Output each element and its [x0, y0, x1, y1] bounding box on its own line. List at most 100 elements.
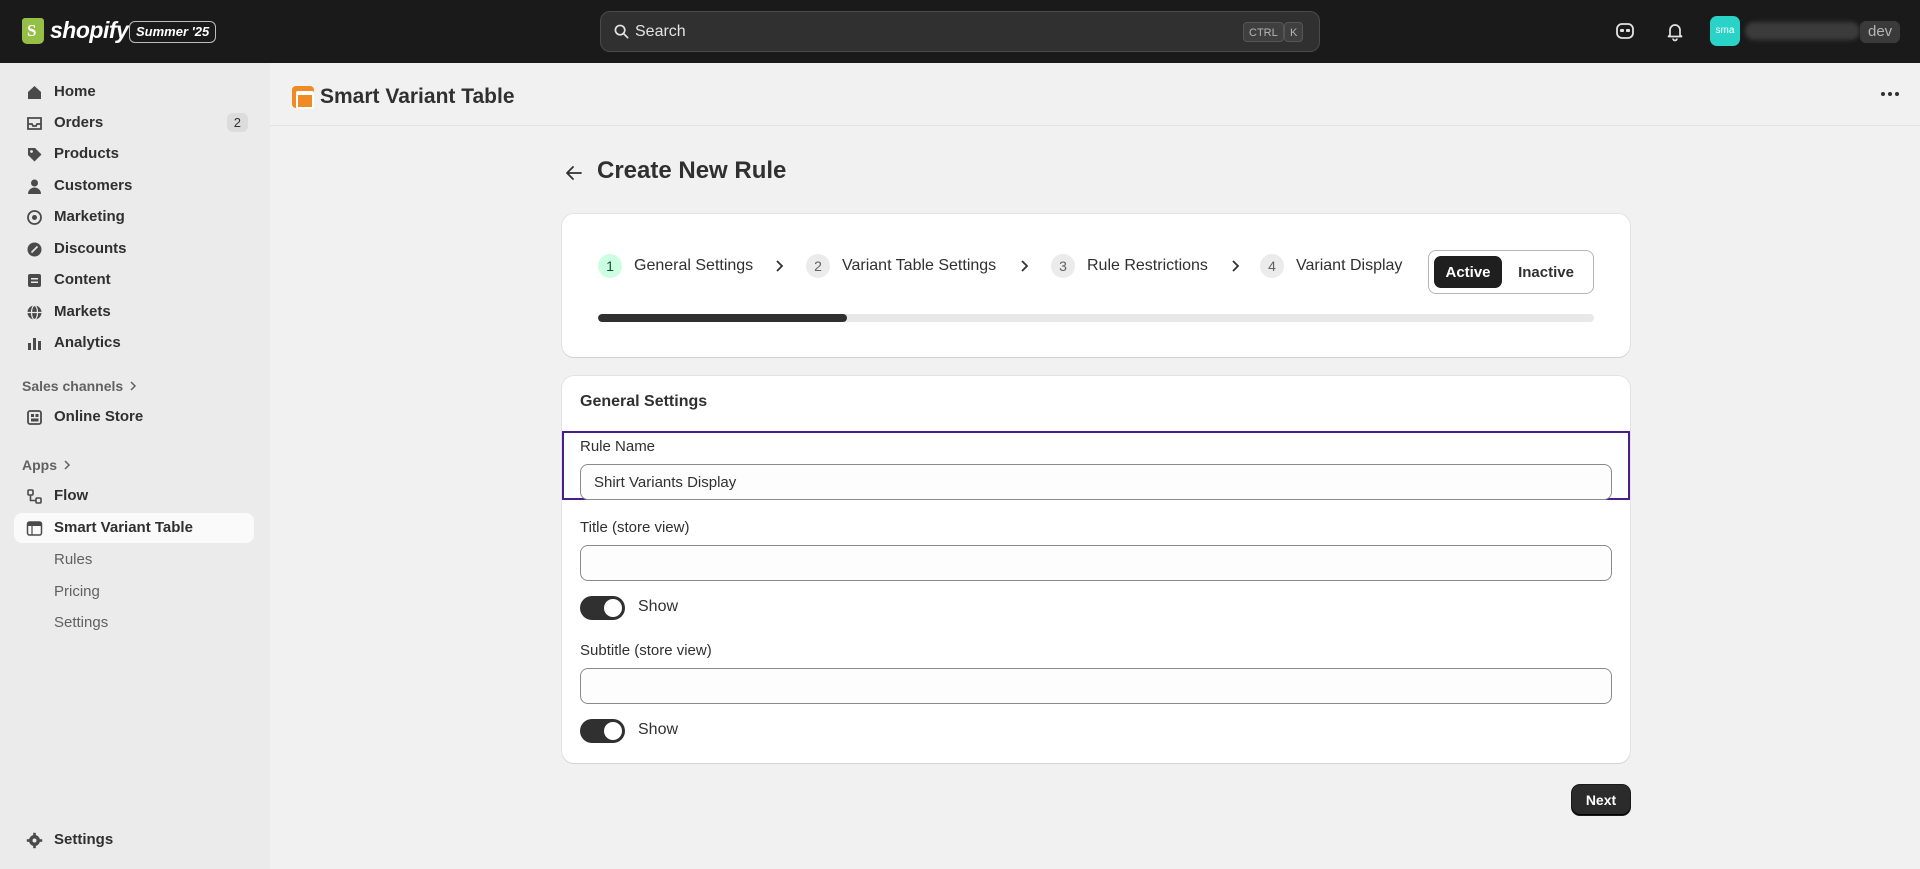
store-name-blurred[interactable] — [1745, 22, 1860, 40]
status-inactive-button[interactable]: Inactive — [1506, 256, 1586, 288]
main-content: Smart Variant Table Create New Rule 1 Ge… — [270, 63, 1920, 869]
sidebar-item-label: Flow — [54, 487, 89, 504]
sidebar-item-marketing[interactable]: Marketing — [14, 202, 254, 232]
step-progress-fill — [598, 314, 847, 322]
more-actions-icon[interactable] — [1876, 83, 1904, 105]
store-badge[interactable]: dev — [1860, 21, 1901, 43]
rule-name-label: Rule Name — [580, 438, 656, 455]
sidebar-item-label: Home — [54, 83, 96, 100]
sidebar-item-label: Markets — [54, 303, 111, 320]
step-variant-table-settings[interactable]: 2 Variant Table Settings — [806, 254, 996, 278]
home-icon — [28, 86, 41, 99]
sidebar-subitem-settings[interactable]: Settings — [54, 614, 108, 631]
search-input[interactable] — [635, 12, 1235, 51]
sidebar-item-products[interactable]: Products — [14, 139, 254, 169]
sidebar-item-orders[interactable]: Orders 2 — [14, 108, 254, 138]
sidebar-item-flow[interactable]: Flow — [14, 481, 254, 511]
shopify-logo[interactable]: shopify — [22, 17, 129, 44]
person-icon — [28, 179, 41, 194]
shortcut-k-key: K — [1284, 22, 1304, 42]
steps-card: 1 General Settings 2 Variant Table Setti… — [562, 214, 1630, 357]
sidebar-item-label: Marketing — [54, 208, 125, 225]
subtitle-store-view-input[interactable] — [580, 668, 1612, 704]
sidebar-item-home[interactable]: Home — [14, 77, 254, 107]
app-header: Smart Variant Table — [270, 63, 1920, 126]
step-variant-display[interactable]: 4 Variant Display — [1260, 254, 1402, 278]
title-store-view-label: Title (store view) — [580, 519, 690, 536]
sidebar-item-label: Smart Variant Table — [54, 519, 193, 536]
discount-icon — [27, 242, 42, 257]
step-number: 3 — [1051, 254, 1075, 278]
next-button[interactable]: Next — [1572, 785, 1630, 815]
sales-channels-heading[interactable]: Sales channels — [22, 378, 137, 394]
title-show-label: Show — [638, 598, 679, 615]
sidebar-item-label: Analytics — [54, 334, 121, 351]
sidekick-icon[interactable] — [1614, 20, 1636, 42]
sidebar-item-label: Online Store — [54, 408, 144, 425]
step-rule-restrictions[interactable]: 3 Rule Restrictions — [1051, 254, 1208, 278]
sidebar-item-label: Settings — [54, 831, 114, 848]
sidebar: Home Orders 2 Products Customers Marketi… — [0, 63, 270, 869]
sidebar-subitem-pricing[interactable]: Pricing — [54, 583, 100, 600]
step-label: Rule Restrictions — [1087, 257, 1208, 274]
chevron-right-icon — [1021, 260, 1029, 272]
app-icon — [292, 86, 314, 109]
sidebar-item-label: Customers — [54, 177, 133, 194]
shopify-bag-icon — [22, 17, 44, 44]
edition-badge[interactable]: Summer '25 — [129, 21, 217, 43]
step-label: Variant Table Settings — [842, 257, 997, 274]
flow-icon — [27, 489, 42, 504]
sidebar-item-analytics[interactable]: Analytics — [14, 328, 254, 358]
sidebar-item-online-store[interactable]: Online Store — [14, 402, 254, 432]
search-bar[interactable]: CTRL K — [600, 11, 1320, 52]
sidebar-item-smart-variant-table[interactable]: Smart Variant Table — [14, 513, 254, 543]
status-toggle: Active Inactive — [1428, 250, 1594, 294]
title-store-view-input[interactable] — [580, 545, 1612, 581]
target-icon — [27, 210, 42, 225]
sidebar-item-label: Content — [54, 271, 111, 288]
chevron-right-icon — [1232, 260, 1240, 272]
storefront-icon — [27, 410, 42, 425]
subtitle-store-view-label: Subtitle (store view) — [580, 642, 712, 659]
gear-icon — [26, 832, 43, 849]
page-title: Create New Rule — [597, 157, 787, 184]
tag-icon — [28, 148, 42, 162]
sidebar-item-customers[interactable]: Customers — [14, 171, 254, 201]
inbox-icon — [27, 117, 42, 130]
back-arrow-icon[interactable] — [562, 161, 586, 185]
bell-icon[interactable] — [1664, 20, 1686, 42]
avatar[interactable]: sma — [1710, 16, 1740, 46]
orders-count-badge: 2 — [226, 113, 248, 132]
subtitle-show-toggle[interactable] — [580, 719, 625, 743]
rule-name-input[interactable] — [580, 464, 1612, 500]
search-icon — [614, 24, 629, 39]
subtitle-show-label: Show — [638, 721, 679, 738]
sidebar-item-markets[interactable]: Markets — [14, 297, 254, 327]
apps-label: Apps — [22, 457, 57, 473]
step-number: 2 — [806, 254, 830, 278]
sidebar-item-label: Products — [54, 145, 120, 162]
app-title: Smart Variant Table — [320, 85, 515, 108]
step-label: Variant Display — [1296, 257, 1403, 274]
title-show-toggle[interactable] — [580, 596, 625, 620]
sidebar-item-discounts[interactable]: Discounts — [14, 234, 254, 264]
sidebar-subitem-rules[interactable]: Rules — [54, 551, 92, 568]
table-app-icon — [26, 521, 43, 536]
chevron-right-icon — [130, 381, 137, 391]
status-active-button[interactable]: Active — [1434, 256, 1502, 288]
top-bar: shopify Summer '25 CTRL K sma dev — [0, 0, 1920, 63]
content-icon — [28, 274, 41, 287]
brand-name: shopify — [50, 17, 129, 43]
apps-heading[interactable]: Apps — [22, 457, 71, 473]
sidebar-item-settings[interactable]: Settings — [14, 825, 254, 855]
sidebar-item-label: Orders — [54, 114, 104, 131]
sales-channels-label: Sales channels — [22, 378, 124, 394]
bar-chart-icon — [28, 338, 41, 350]
chevron-right-icon — [64, 460, 71, 470]
step-number: 1 — [598, 254, 622, 278]
step-general-settings[interactable]: 1 General Settings — [598, 254, 753, 278]
sidebar-item-content[interactable]: Content — [14, 265, 254, 295]
sidebar-item-label: Discounts — [54, 240, 127, 257]
step-progress-bar — [598, 314, 1594, 322]
shortcut-ctrl-key: CTRL — [1243, 22, 1284, 42]
